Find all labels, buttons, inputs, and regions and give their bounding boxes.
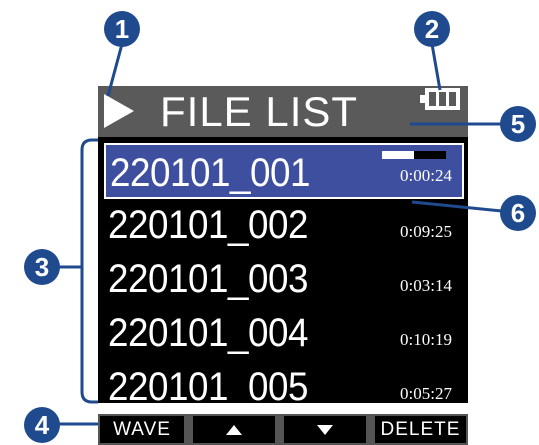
callout-marker: 1	[104, 11, 140, 47]
file-name: 220101_005	[108, 365, 309, 409]
file-duration: 0:05:27	[400, 384, 452, 403]
file-duration: 0:09:25	[400, 222, 452, 241]
function-button-bar: WAVE DELETE	[98, 414, 468, 445]
playback-progress-fill	[382, 151, 414, 159]
file-name: 220101_001	[110, 151, 311, 195]
title-bar: FILE LIST	[98, 86, 468, 137]
wave-button[interactable]: WAVE	[100, 416, 184, 443]
delete-button[interactable]: DELETE	[375, 416, 466, 443]
battery-icon	[420, 88, 460, 110]
file-name: 220101_002	[108, 203, 309, 247]
callout-marker: 3	[24, 249, 60, 285]
file-name: 220101_003	[108, 257, 309, 301]
playback-progress-bar	[382, 151, 446, 159]
device-screen: FILE LIST 220101_001 0:00:24 220101_002 …	[98, 86, 468, 445]
file-name: 220101_004	[108, 311, 309, 355]
up-arrow-icon	[226, 424, 242, 435]
screen-title: FILE LIST	[160, 88, 359, 135]
down-arrow-icon	[317, 424, 333, 435]
file-row[interactable]: 220101_005 0:05:27	[104, 359, 464, 415]
file-row[interactable]: 220101_004 0:10:19	[104, 305, 464, 361]
down-button[interactable]	[284, 416, 366, 443]
callout-marker: 4	[24, 407, 60, 443]
file-duration: 0:03:14	[400, 276, 452, 295]
play-icon	[104, 94, 134, 128]
file-row[interactable]: 220101_003 0:03:14	[104, 251, 464, 307]
callout-marker: 6	[500, 195, 536, 231]
file-duration: 0:00:24	[400, 166, 452, 185]
callout-marker: 5	[500, 106, 536, 142]
up-button[interactable]	[193, 416, 275, 443]
file-list: 220101_001 0:00:24 220101_002 0:09:25 22…	[98, 137, 468, 409]
file-row[interactable]: 220101_001 0:00:24	[104, 143, 464, 199]
file-row[interactable]: 220101_002 0:09:25	[104, 197, 464, 253]
file-duration: 0:10:19	[400, 330, 452, 349]
callout-marker: 2	[414, 11, 450, 47]
